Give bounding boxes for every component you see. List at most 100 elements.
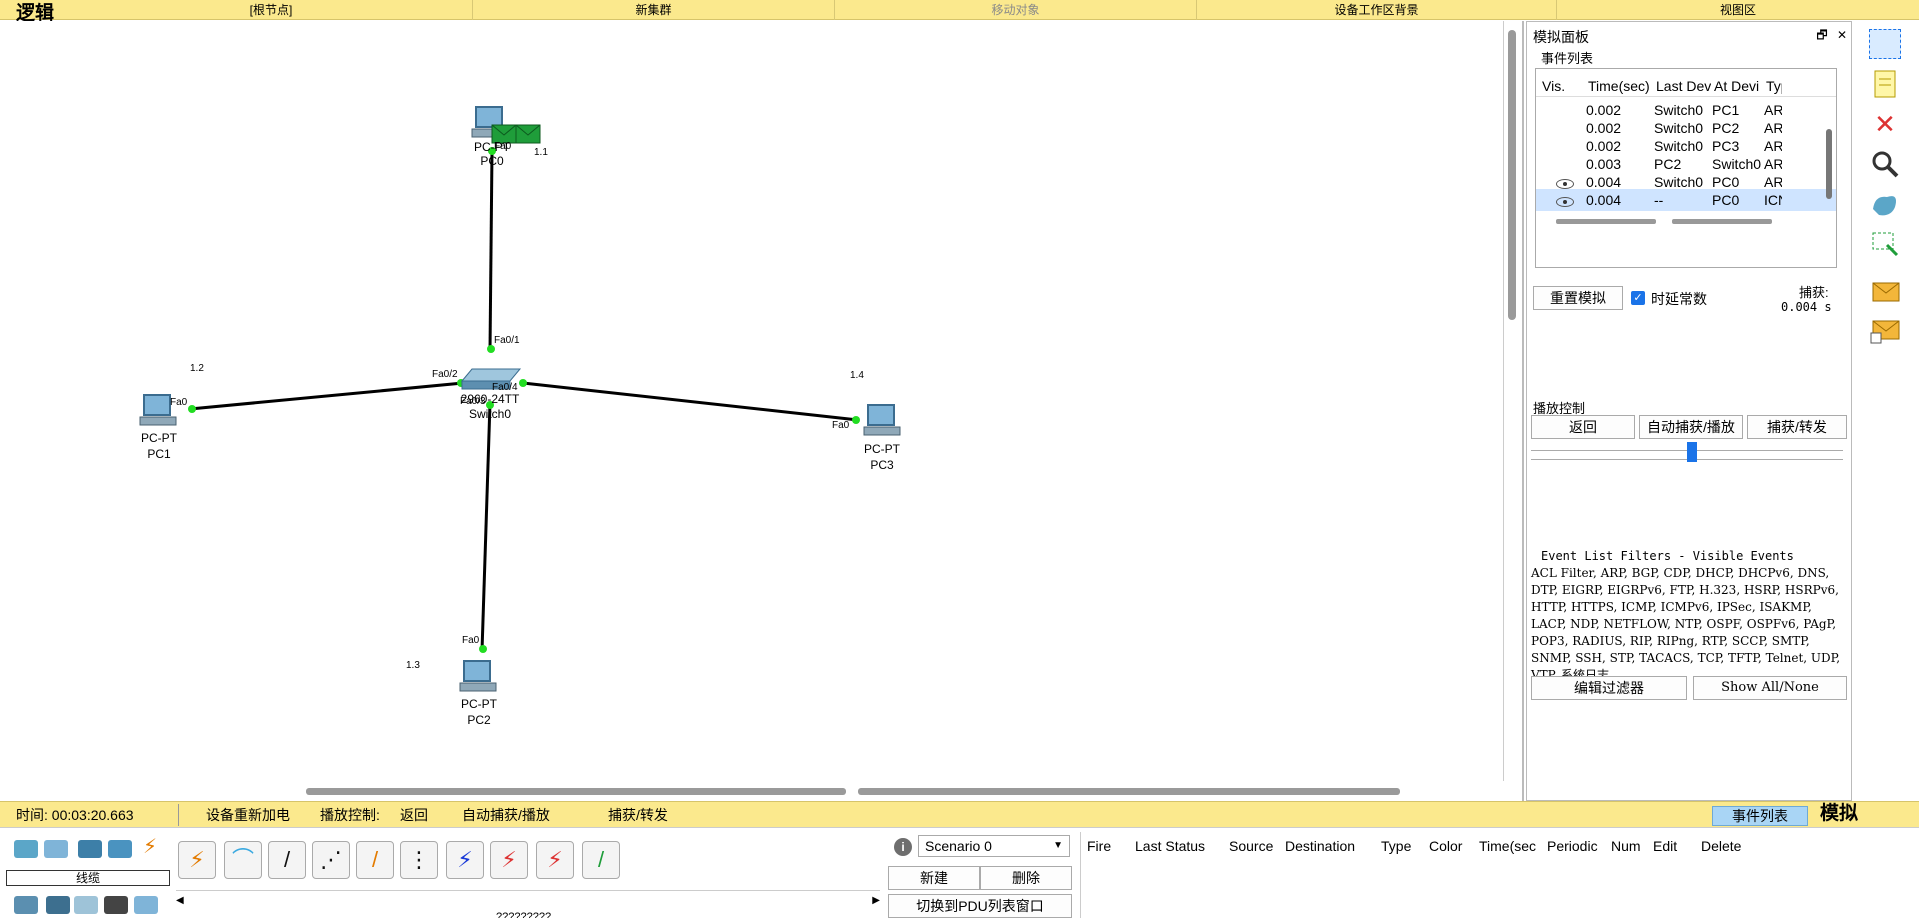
- port-label: Fa0/2: [432, 369, 458, 380]
- add-complex-pdu-icon[interactable]: [1869, 315, 1901, 345]
- scroll-right-icon[interactable]: ▶: [872, 895, 880, 906]
- pdu-column-header[interactable]: Num: [1611, 838, 1641, 854]
- scenario-select[interactable]: Scenario 0 ▼: [918, 835, 1070, 857]
- octal-cable-icon[interactable]: /: [582, 841, 620, 879]
- delete-icon[interactable]: ✕: [1869, 109, 1901, 139]
- column-header[interactable]: Last Dev: [1656, 75, 1711, 97]
- capture-label: 捕获:: [1799, 285, 1829, 300]
- pdu-column-header[interactable]: Type: [1381, 838, 1411, 854]
- phone-cable-icon[interactable]: ⋮: [400, 841, 438, 879]
- new-cluster-button[interactable]: 新集群: [473, 0, 835, 20]
- back-button[interactable]: 返回: [1531, 415, 1635, 439]
- event-table-hscroll[interactable]: [1672, 219, 1772, 224]
- event-row-selected[interactable]: 0.004 -- PC0 ICN: [1536, 189, 1836, 211]
- status-back-button[interactable]: 返回: [400, 802, 428, 828]
- pc3-icon[interactable]: [863, 404, 901, 436]
- set-background-button[interactable]: 设备工作区背景: [1197, 0, 1557, 20]
- switch-category-icon[interactable]: [44, 840, 68, 858]
- pc2-icon[interactable]: [459, 660, 497, 692]
- fiber-cable-icon[interactable]: /: [356, 841, 394, 879]
- serial-dte-icon[interactable]: ⚡: [536, 841, 574, 879]
- delete-scenario-button[interactable]: 删除: [980, 866, 1072, 890]
- pdu-column-header[interactable]: Periodic: [1547, 838, 1598, 854]
- resize-icon[interactable]: [1869, 229, 1901, 259]
- logical-workspace[interactable]: PC-PT PC0 PC-PT PC1 PC-PT PC2 PC-PT PC3 …: [0, 21, 1504, 781]
- status-capture-forward-button[interactable]: 捕获/转发: [608, 802, 668, 828]
- pdu-column-header[interactable]: Delete: [1701, 838, 1741, 854]
- restore-icon[interactable]: 🗗: [1816, 28, 1827, 42]
- pdu-column-header[interactable]: Destination: [1285, 838, 1355, 854]
- sim-time-readout: 时间: 00:03:20.663: [16, 807, 134, 823]
- event-filters-title: Event List Filters - Visible Events: [1541, 549, 1794, 563]
- column-header[interactable]: Vis.: [1542, 75, 1565, 97]
- auto-capture-play-button[interactable]: 自动捕获/播放: [1639, 415, 1743, 439]
- security-category-icon[interactable]: [46, 896, 70, 914]
- top-toolbar: [根节点] 新集群 移动对象 设备工作区背景 视图区: [0, 0, 1919, 20]
- wan-category-icon[interactable]: [74, 896, 98, 914]
- link-pc1-switch0[interactable]: [189, 381, 464, 411]
- column-header[interactable]: At Devi: [1714, 75, 1764, 97]
- root-node-button[interactable]: [根节点]: [70, 0, 473, 20]
- pdu-column-header[interactable]: Fire: [1087, 838, 1111, 854]
- toggle-pdu-list-button[interactable]: 切换到PDU列表窗口: [888, 894, 1072, 918]
- console-cable-icon[interactable]: ⌒: [224, 841, 262, 879]
- constant-delay-checkbox[interactable]: ✓: [1631, 291, 1645, 305]
- power-cycle-button[interactable]: 设备重新加电: [206, 802, 290, 828]
- workspace-horizontal-scrollbar[interactable]: [858, 788, 1400, 795]
- hub-category-icon[interactable]: [78, 840, 102, 858]
- end-device-category-icon[interactable]: [14, 896, 38, 914]
- copper-straight-icon[interactable]: /: [268, 841, 306, 879]
- copper-cross-icon[interactable]: ⋰: [312, 841, 350, 879]
- pc3-type-label: PC-PT: [864, 442, 900, 456]
- workspace-horizontal-scrollbar[interactable]: [306, 788, 846, 795]
- auto-connection-icon[interactable]: ⚡: [178, 841, 216, 879]
- inspect-icon[interactable]: [1869, 149, 1901, 179]
- capture-forward-button[interactable]: 捕获/转发: [1747, 415, 1847, 439]
- pdu-column-header[interactable]: Source: [1229, 838, 1273, 854]
- move-object-button[interactable]: 移动对象: [835, 0, 1197, 20]
- pdu-column-header[interactable]: Color: [1429, 838, 1462, 854]
- workspace-vertical-scrollbar[interactable]: [1508, 30, 1516, 320]
- constant-delay-label: 时延常数: [1651, 291, 1707, 307]
- port-label: Fa0: [832, 420, 850, 431]
- scroll-left-icon[interactable]: ◀: [176, 895, 184, 906]
- column-header[interactable]: Typ: [1766, 75, 1782, 97]
- router-category-icon[interactable]: [14, 840, 38, 858]
- pdu-column-header[interactable]: Last Status: [1135, 838, 1205, 854]
- new-scenario-button[interactable]: 新建: [888, 866, 980, 890]
- connections-category-icon[interactable]: ⚡: [138, 837, 162, 857]
- edit-filters-button[interactable]: 编辑过滤器: [1531, 676, 1687, 700]
- status-auto-capture-button[interactable]: 自动捕获/播放: [462, 802, 550, 828]
- pdu-column-header[interactable]: Time(sec: [1479, 838, 1536, 854]
- panel-divider[interactable]: [1522, 21, 1524, 801]
- viewport-button[interactable]: 视图区: [1557, 0, 1919, 20]
- play-control-status-label: 播放控制:: [320, 807, 380, 823]
- eye-icon[interactable]: [1556, 189, 1574, 211]
- link-pc2-switch0[interactable]: [480, 402, 492, 652]
- event-list-tab[interactable]: 事件列表: [1712, 806, 1808, 826]
- column-header[interactable]: Time(sec): [1588, 75, 1650, 97]
- connection-scrollbar[interactable]: ◀ ▶ ?????????: [176, 890, 880, 918]
- event-table-vscroll[interactable]: [1826, 129, 1832, 199]
- select-icon[interactable]: [1869, 29, 1901, 59]
- info-icon: i: [894, 838, 912, 856]
- serial-dce-icon[interactable]: ⚡: [490, 841, 528, 879]
- link-pc0-switch0[interactable]: [488, 150, 494, 352]
- reset-simulation-button[interactable]: 重置模拟: [1533, 286, 1623, 310]
- shape-icon[interactable]: [1869, 189, 1901, 219]
- wireless-category-icon[interactable]: [108, 840, 132, 858]
- add-simple-pdu-icon[interactable]: [1869, 277, 1901, 307]
- pdu-column-header[interactable]: Edit: [1653, 838, 1677, 854]
- play-speed-slider-thumb[interactable]: [1687, 442, 1697, 462]
- topology-canvas[interactable]: [0, 21, 1504, 781]
- simulation-mode-label[interactable]: 模拟: [1820, 800, 1858, 826]
- show-all-none-button[interactable]: Show All/None: [1693, 676, 1847, 700]
- close-icon[interactable]: ✕: [1837, 28, 1847, 42]
- panel-window-controls: 🗗 ✕: [1816, 26, 1847, 47]
- multiuser-category-icon[interactable]: [134, 896, 158, 914]
- coaxial-cable-icon[interactable]: ⚡: [446, 841, 484, 879]
- custom-category-icon[interactable]: [104, 896, 128, 914]
- note-icon[interactable]: [1869, 69, 1901, 99]
- link-pc3-switch0[interactable]: [522, 381, 859, 422]
- event-table-hscroll[interactable]: [1556, 219, 1656, 224]
